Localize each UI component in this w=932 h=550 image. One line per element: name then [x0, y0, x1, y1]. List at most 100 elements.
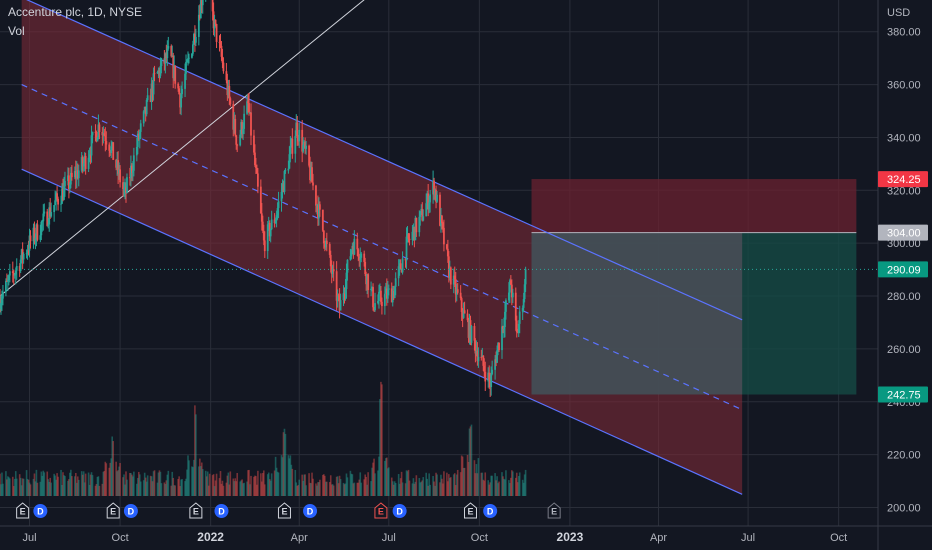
candle-body: [235, 135, 238, 145]
candle-body: [248, 103, 250, 113]
candle-body: [315, 185, 317, 206]
chart-root[interactable]: E D E D E D E D E D E D E Jul Oct 2022 Apr Jul Oct 2023 Apr J…: [0, 0, 932, 550]
volume-bar: [415, 475, 418, 496]
candle-body: [325, 240, 328, 245]
volume-bar: [181, 479, 183, 496]
volume-bar: [332, 485, 335, 496]
volume-bar: [353, 482, 356, 496]
volume-bar: [29, 484, 32, 496]
candle-body: [145, 99, 148, 115]
candle-body: [119, 169, 121, 183]
event-label: E: [281, 507, 287, 517]
candle-body: [456, 289, 459, 293]
candle-body: [294, 135, 297, 154]
price-tag-label: 304.00: [887, 228, 921, 240]
volume-bar: [71, 476, 73, 496]
volume-bar: [524, 469, 527, 496]
volume-bar: [394, 483, 397, 496]
volume-bar: [153, 470, 156, 496]
price-axis-currency: USD: [887, 7, 910, 19]
candle-body: [91, 131, 94, 136]
candle-body: [43, 211, 46, 214]
volume-bar: [325, 481, 328, 496]
candle-body: [449, 267, 452, 285]
candle-body: [84, 155, 87, 169]
volume-bar: [215, 473, 218, 496]
candle-body: [383, 293, 386, 307]
candle-body: [153, 73, 156, 75]
candle-body: [108, 144, 111, 151]
candle-body: [346, 259, 349, 273]
volume-bar: [401, 482, 404, 496]
candle-body: [401, 258, 404, 273]
volume-bar: [222, 485, 225, 496]
candle-body: [98, 124, 101, 132]
candle-body: [372, 287, 374, 308]
candle-body: [321, 209, 324, 231]
candle-body: [463, 310, 466, 314]
event-label: D: [37, 507, 44, 517]
volume-bar: [298, 479, 301, 496]
volume-bar: [429, 484, 431, 496]
event-label: E: [20, 507, 26, 517]
price-axis-tick-label: 220.00: [887, 450, 921, 462]
volume-bar: [146, 475, 149, 496]
price-tag-label: 324.25: [887, 174, 921, 186]
volume-bar: [208, 473, 211, 496]
volume-bar: [484, 472, 487, 496]
candle-body: [5, 280, 7, 293]
volume-bar: [174, 485, 177, 496]
volume-bar: [243, 482, 245, 496]
volume-bar: [518, 472, 521, 496]
volume-bar: [491, 475, 493, 496]
candle-body: [356, 238, 359, 250]
candle-body: [263, 240, 266, 252]
event-label: D: [307, 507, 314, 517]
candle-body: [518, 311, 521, 324]
candle-body: [8, 271, 11, 276]
price-axis-tick-label: 260.00: [887, 344, 921, 356]
price-chart[interactable]: E D E D E D E D E D E D E Jul Oct 2022 Apr Jul Oct 2023 Apr J…: [0, 0, 932, 550]
price-axis-tick-label: 360.00: [887, 80, 921, 92]
candle-body: [305, 145, 308, 149]
volume-bar: [9, 478, 11, 496]
volume-bar: [512, 471, 514, 496]
candle-body: [339, 300, 342, 311]
candle-body: [298, 129, 301, 142]
volume-bar: [477, 458, 480, 496]
candle-body: [181, 88, 183, 95]
candle-body: [490, 374, 493, 388]
volume-bar: [119, 463, 121, 496]
volume-bar: [498, 481, 500, 496]
price-axis-tick-label: 380.00: [887, 27, 921, 39]
event-label: E: [551, 507, 557, 517]
candle-body: [256, 173, 259, 187]
time-axis-tick-label: Jul: [741, 532, 755, 544]
candle-body: [214, 19, 217, 25]
candle-body: [443, 227, 445, 245]
candle-body: [470, 326, 473, 343]
stop-loss-zone: [531, 179, 857, 233]
volume-bar: [456, 469, 459, 496]
candle-body: [64, 180, 66, 187]
volume-bar: [2, 483, 4, 496]
candle-body: [2, 292, 4, 299]
volume-bar: [36, 482, 39, 496]
candle-body: [229, 98, 232, 105]
volume-bar: [263, 484, 266, 496]
candle-body: [524, 269, 527, 285]
volume-bar: [22, 478, 25, 496]
candle-body: [505, 300, 507, 312]
candle-body: [112, 142, 115, 160]
event-label: E: [193, 507, 199, 517]
volume-bar: [250, 475, 252, 496]
volume-bar: [388, 467, 390, 496]
candle-body: [270, 219, 273, 230]
volume-bar: [64, 476, 66, 496]
candle-body: [167, 46, 170, 49]
volume-bar: [312, 478, 314, 496]
time-axis-tick-label: Apr: [650, 532, 667, 544]
candle-body: [381, 301, 383, 307]
volume-bar: [195, 414, 197, 496]
candle-body: [498, 342, 500, 351]
